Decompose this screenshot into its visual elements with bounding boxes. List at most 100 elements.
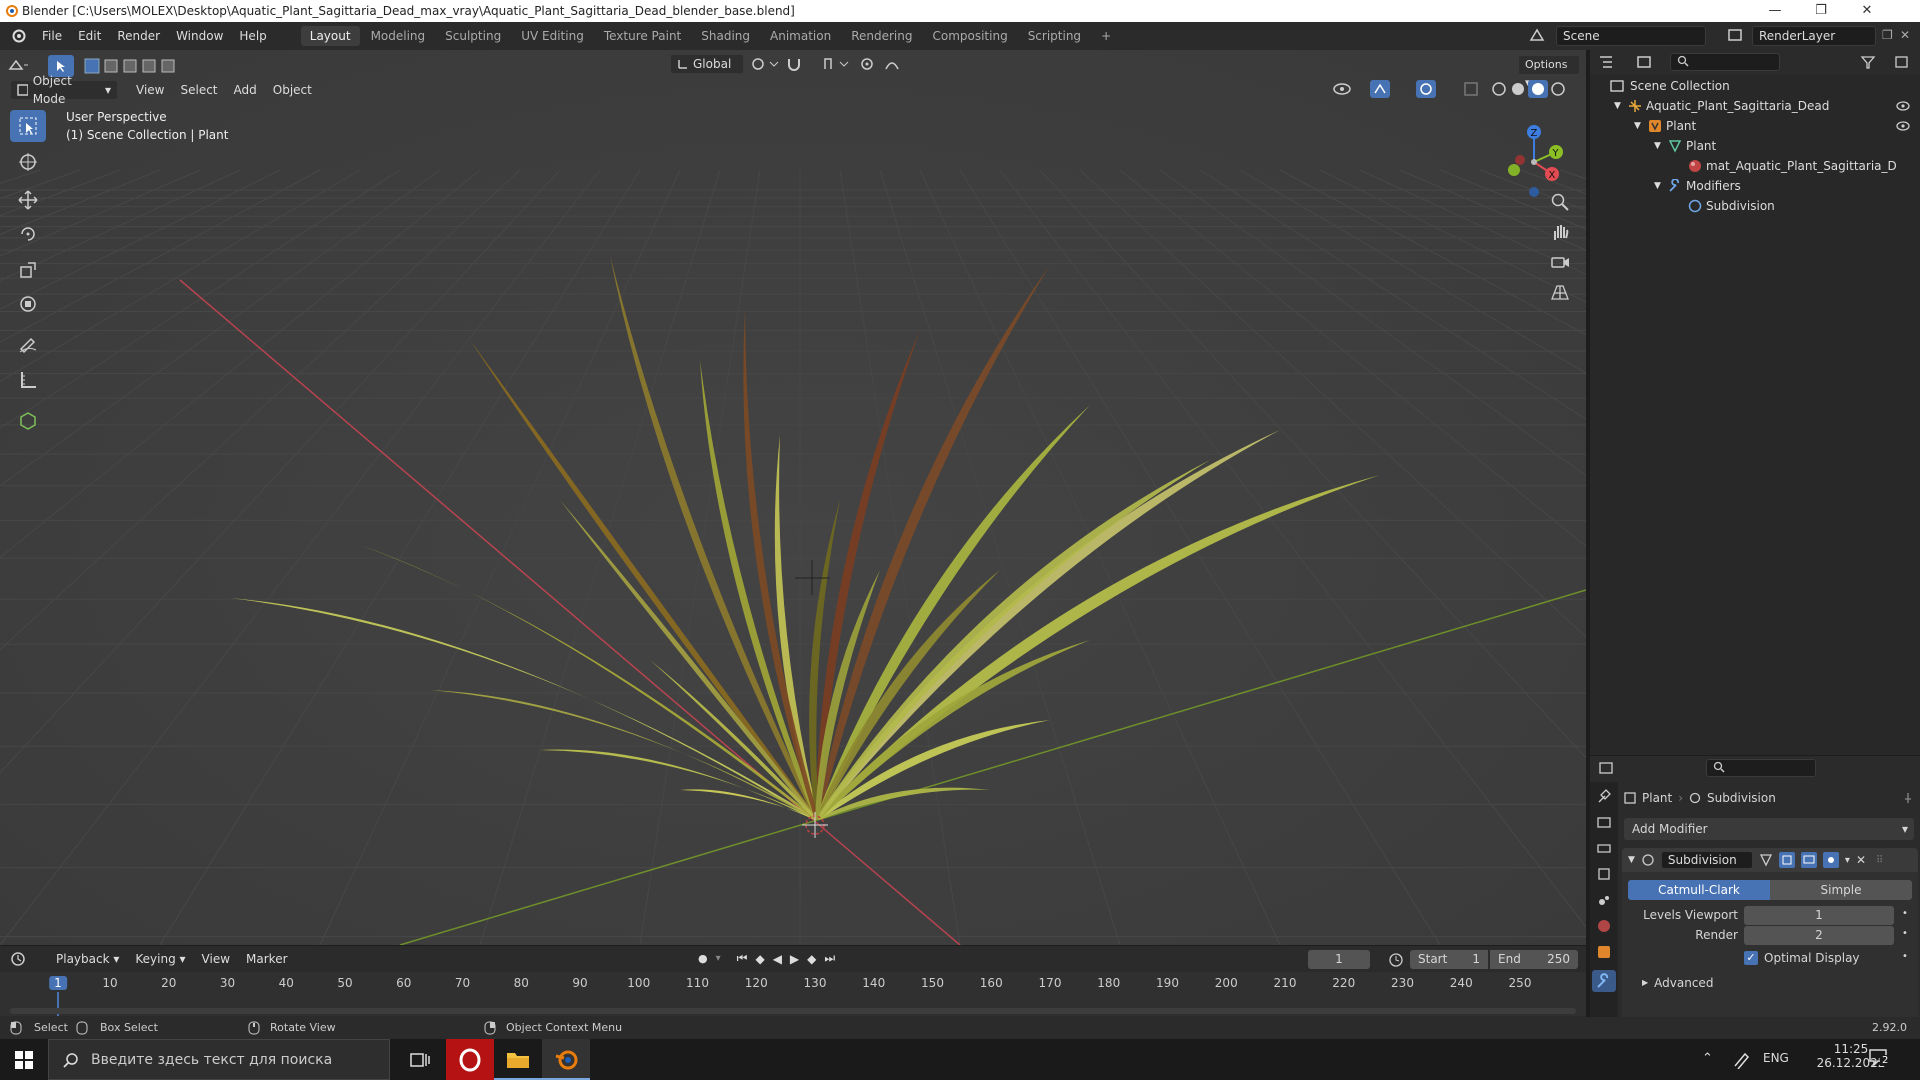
language-indicator[interactable]: ENG [1763, 1051, 1789, 1065]
tab-texture-paint[interactable]: Texture Paint [595, 26, 690, 46]
timeline-menu-marker[interactable]: Marker [238, 950, 295, 968]
add-modifier-dropdown[interactable]: Add Modifier ▾ [1624, 818, 1914, 840]
tool-select-box[interactable] [10, 110, 46, 142]
end-frame-field[interactable]: End 250 [1490, 950, 1578, 969]
outliner-item-plant-object[interactable]: ▼ Plant [1590, 116, 1920, 136]
play-reverse-icon[interactable]: ◀ [773, 952, 782, 966]
menu-help[interactable]: Help [231, 29, 274, 43]
jump-end-icon[interactable]: ⏭ [824, 951, 835, 966]
tool-move[interactable] [10, 184, 46, 216]
falloff-icon[interactable] [884, 55, 914, 73]
shading-mode-group[interactable] [1490, 80, 1576, 98]
render-tab-icon[interactable] [1596, 814, 1612, 830]
timeline-menu-keying[interactable]: Keying ▾ [127, 950, 193, 968]
taskbar-opera[interactable] [446, 1039, 494, 1080]
viewport-menu-object[interactable]: Object [265, 81, 320, 99]
render-levels-field[interactable]: 2 [1744, 926, 1894, 945]
tool-add-cube[interactable] [10, 404, 46, 436]
viewport-menu-select[interactable]: Select [172, 81, 225, 99]
outliner-item-material[interactable]: mat_Aquatic_Plant_Sagittaria_D [1590, 156, 1920, 176]
timeline-menu-view[interactable]: View [194, 950, 238, 968]
blender-menu-icon[interactable] [10, 28, 26, 44]
tool-annotate[interactable] [10, 328, 46, 360]
minimize-button[interactable]: — [1752, 0, 1798, 22]
renderlayer-field[interactable]: RenderLayer [1752, 26, 1876, 46]
tool-cursor[interactable] [10, 146, 46, 178]
start-frame-field[interactable]: Start 1 [1410, 950, 1488, 969]
scene-tab-icon[interactable] [1596, 892, 1612, 908]
modifier-name-field[interactable]: Subdivision [1660, 851, 1753, 869]
tab-uv-editing[interactable]: UV Editing [512, 26, 593, 46]
jump-start-icon[interactable]: ⏮ [737, 951, 748, 966]
current-frame-indicator[interactable]: 1 [49, 976, 67, 990]
notifications-button[interactable]: 2 [1868, 1047, 1896, 1073]
outliner-editor-type-icon[interactable] [1598, 54, 1626, 70]
tab-rendering[interactable]: Rendering [842, 26, 921, 46]
snap-icon[interactable] [786, 55, 816, 73]
menu-edit[interactable]: Edit [70, 29, 109, 43]
world-tab-icon[interactable] [1596, 918, 1612, 934]
keyframe-dot-icon[interactable]: • [1902, 928, 1908, 939]
outliner-item-subdivision[interactable]: Subdivision [1590, 196, 1920, 216]
pin-icon[interactable] [1902, 792, 1914, 804]
object-tab-icon[interactable] [1596, 944, 1612, 960]
tab-animation[interactable]: Animation [761, 26, 840, 46]
preview-range-clock-icon[interactable] [1388, 952, 1404, 968]
tool-transform[interactable] [10, 288, 46, 320]
simple-toggle[interactable]: Simple [1770, 880, 1912, 900]
render-toggle-icon[interactable] [1822, 852, 1839, 868]
close-window-button[interactable]: ✕ [1844, 0, 1890, 22]
tab-sculpting[interactable]: Sculpting [436, 26, 510, 46]
taskbar-blender[interactable] [542, 1039, 590, 1080]
scene-icon[interactable] [1528, 26, 1548, 46]
modifier-menu-icon[interactable]: ▾ [1845, 855, 1850, 866]
pen-tray-icon[interactable] [1732, 1051, 1752, 1069]
proportional-edit-icon[interactable] [858, 55, 878, 73]
output-tab-icon[interactable] [1596, 840, 1612, 856]
new-collection-icon[interactable] [1894, 54, 1914, 70]
levels-viewport-field[interactable]: 1 [1744, 906, 1894, 925]
tab-scripting[interactable]: Scripting [1019, 26, 1090, 46]
timeline-menu-playback[interactable]: Playback ▾ [48, 950, 127, 968]
snap-target-icon[interactable] [822, 55, 852, 73]
expand-arrow-icon[interactable]: ▼ [1614, 96, 1621, 116]
catmull-clark-toggle[interactable]: Catmull-Clark [1628, 880, 1770, 900]
tool-scale[interactable] [10, 254, 46, 286]
play-icon[interactable]: ▶ [790, 952, 799, 966]
select-invert-icon[interactable] [141, 58, 157, 74]
outliner-scene-collection[interactable]: Scene Collection [1590, 76, 1920, 96]
taskbar-file-explorer[interactable] [494, 1039, 542, 1080]
menu-window[interactable]: Window [168, 29, 231, 43]
taskbar-search-box[interactable]: Введите здесь текст для поиска [48, 1039, 390, 1080]
viewport-menu-add[interactable]: Add [226, 81, 265, 99]
prev-keyframe-icon[interactable]: ◆ [755, 952, 764, 966]
drag-handle-icon[interactable]: ⠿ [1876, 855, 1883, 866]
collapse-arrow-icon[interactable]: ▼ [1628, 855, 1635, 865]
camera-view-icon[interactable] [1550, 252, 1570, 272]
start-button[interactable] [0, 1039, 48, 1080]
keyframe-dot-icon[interactable]: • [1902, 908, 1908, 919]
timeline-scrollbar[interactable] [10, 1008, 1576, 1014]
properties-editor-type-icon[interactable] [1598, 760, 1626, 776]
record-icon[interactable]: ● [698, 952, 708, 965]
remove-modifier-icon[interactable]: ✕ [1856, 853, 1866, 867]
on-cage-icon[interactable] [1759, 853, 1773, 867]
renderlayer-copy-icon[interactable]: ❐ [1882, 28, 1893, 42]
pan-hand-icon[interactable] [1550, 222, 1570, 242]
tool-measure[interactable] [10, 364, 46, 396]
next-keyframe-icon[interactable]: ◆ [807, 952, 816, 966]
outliner-item-modifiers[interactable]: ▼ Modifiers [1590, 176, 1920, 196]
expand-arrow-icon[interactable]: ▼ [1654, 136, 1661, 156]
overlay-toggle-icon[interactable] [1416, 80, 1452, 98]
timeline-editor-type-icon[interactable] [10, 951, 38, 967]
view-layer-tab-icon[interactable] [1596, 866, 1612, 882]
tab-compositing[interactable]: Compositing [923, 26, 1016, 46]
tab-layout[interactable]: Layout [300, 26, 360, 46]
task-view-button[interactable] [396, 1039, 444, 1080]
select-intersect-icon[interactable] [160, 58, 176, 74]
select-subtract-icon[interactable] [122, 58, 138, 74]
expand-arrow-icon[interactable]: ▼ [1654, 176, 1661, 196]
keyframe-dot-icon[interactable]: • [1902, 951, 1908, 962]
3d-viewport[interactable]: Global Options ▾ Object Mode ▾ View Selec… [0, 50, 1586, 945]
modifier-tab-button[interactable] [1592, 970, 1616, 992]
